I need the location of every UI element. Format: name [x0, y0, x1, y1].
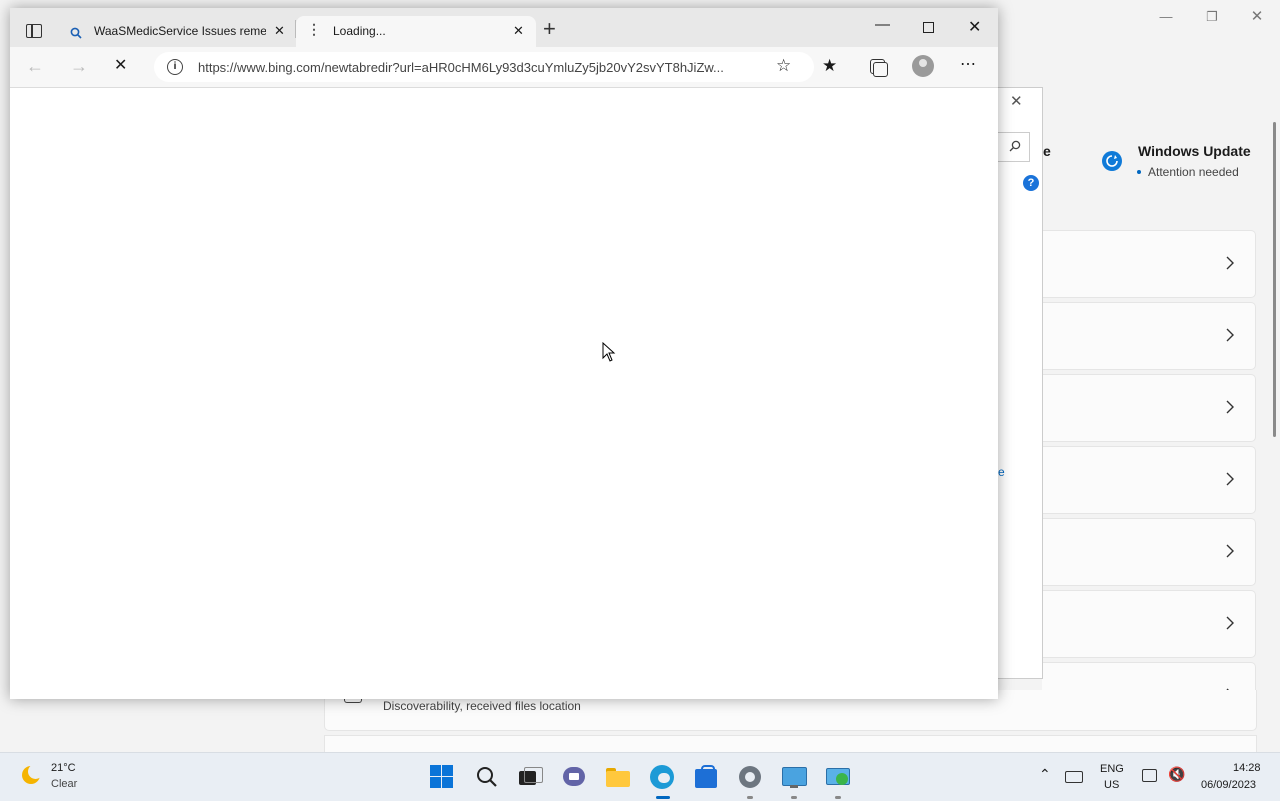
minimize-icon[interactable]: —: [875, 16, 890, 33]
microsoft-store-icon[interactable]: [694, 765, 718, 789]
volume-muted-icon[interactable]: 🔇: [1168, 766, 1185, 783]
settings-row-5[interactable]: [1042, 518, 1256, 586]
tab-label: Loading...: [333, 24, 386, 38]
taskbar: 21°C Clear ⌃ ENG US 🔇 14:28 06/09/2023: [0, 752, 1280, 801]
windows-update-status: Attention needed: [1148, 165, 1239, 179]
status-dot: [1137, 170, 1141, 174]
search-icon: [1009, 140, 1021, 152]
edge-browser-icon[interactable]: [650, 765, 674, 789]
partial-heading: e: [1043, 143, 1051, 159]
close-window-icon[interactable]: ✕: [968, 17, 981, 37]
tab-label: WaaSMedicService Issues remed: [94, 24, 266, 38]
clock-date[interactable]: 06/09/2023: [1201, 779, 1256, 791]
more-options-icon[interactable]: ⋯: [960, 55, 984, 79]
network-icon[interactable]: [1142, 769, 1157, 782]
settings-row-2[interactable]: [1042, 302, 1256, 370]
bluetooth-subtitle: Discoverability, received files location: [383, 699, 581, 713]
running-app-indicator: [747, 796, 753, 799]
file-explorer-icon[interactable]: [606, 765, 630, 789]
settings-restore-button[interactable]: ❐: [1189, 6, 1235, 28]
collections-icon[interactable]: [867, 55, 891, 79]
show-hidden-icons-chevron-up-icon[interactable]: ⌃: [1039, 766, 1051, 783]
weather-moon-icon[interactable]: [22, 764, 43, 784]
address-bar[interactable]: i https://www.bing.com/newtabredir?url=a…: [154, 52, 814, 82]
browser-toolbar: ← → ✕ i https://www.bing.com/newtabredir…: [10, 47, 998, 88]
tab-close-icon[interactable]: ✕: [513, 23, 524, 39]
favorites-icon[interactable]: ★: [822, 55, 846, 79]
browser-window: WaaSMedicService Issues remed ✕ ⋮ Loadin…: [10, 8, 998, 699]
start-button[interactable]: [430, 765, 454, 789]
teams-chat-icon[interactable]: [562, 765, 586, 789]
settings-minimize-button[interactable]: —: [1143, 6, 1189, 28]
chevron-right-icon: [1226, 544, 1234, 558]
settings-gear-icon[interactable]: [738, 765, 762, 789]
chevron-right-icon: [1226, 400, 1234, 414]
running-app-indicator: [835, 796, 841, 799]
search-icon[interactable]: [475, 765, 499, 789]
back-icon[interactable]: ←: [26, 55, 50, 79]
task-view-icon[interactable]: [518, 765, 543, 789]
settings-close-button[interactable]: ✕: [1234, 6, 1280, 28]
page-content[interactable]: [10, 88, 998, 699]
mouse-cursor-icon: [602, 342, 616, 362]
new-tab-icon[interactable]: +: [543, 18, 556, 40]
settings-row-4[interactable]: [1042, 446, 1256, 514]
chevron-right-icon: [1226, 472, 1234, 486]
weather-temperature[interactable]: 21°C: [51, 762, 76, 774]
settings-row-6[interactable]: [1042, 590, 1256, 658]
maximize-icon[interactable]: [923, 22, 934, 33]
loading-spinner-icon: ⋮: [307, 21, 321, 37]
tab-actions-icon[interactable]: [26, 24, 42, 38]
active-app-indicator: [656, 796, 670, 799]
tab-bar: WaaSMedicService Issues remed ✕ ⋮ Loadin…: [10, 8, 998, 47]
settings-row-3[interactable]: [1042, 374, 1256, 442]
running-app-indicator: [791, 796, 797, 799]
chevron-right-icon: [1226, 256, 1234, 270]
tab-loading[interactable]: ⋮ Loading... ✕: [296, 16, 536, 47]
chevron-right-icon: [1226, 616, 1234, 630]
dialog-search-box[interactable]: [998, 132, 1030, 162]
remote-connection-icon[interactable]: [826, 765, 850, 789]
region-indicator[interactable]: US: [1104, 779, 1119, 791]
clock-time[interactable]: 14:28: [1233, 762, 1261, 774]
url-text[interactable]: https://www.bing.com/newtabredir?url=aHR…: [198, 60, 768, 75]
site-info-icon[interactable]: i: [167, 59, 183, 75]
tab-search-result[interactable]: WaaSMedicService Issues remed ✕: [58, 16, 294, 47]
language-indicator[interactable]: ENG: [1100, 763, 1124, 775]
stop-loading-icon[interactable]: ✕: [114, 55, 138, 79]
help-icon[interactable]: ?: [1023, 175, 1039, 191]
add-favorite-icon[interactable]: ☆: [776, 55, 800, 79]
dialog-link-fragment[interactable]: e: [998, 465, 1005, 479]
settings-scrollbar[interactable]: [1273, 122, 1276, 437]
windows-update-title[interactable]: Windows Update: [1138, 143, 1251, 159]
search-icon: [70, 27, 82, 39]
dialog-close-icon[interactable]: ✕: [1010, 92, 1023, 110]
touch-keyboard-icon[interactable]: [1065, 771, 1083, 783]
forward-icon[interactable]: →: [70, 55, 94, 79]
weather-description[interactable]: Clear: [51, 778, 77, 790]
windows-update-icon: [1102, 151, 1122, 171]
profile-avatar[interactable]: [912, 55, 934, 77]
chevron-right-icon: [1226, 328, 1234, 342]
control-panel-icon[interactable]: [782, 765, 807, 789]
help-dialog: ✕ ? e: [998, 87, 1043, 679]
settings-row-1[interactable]: [1042, 230, 1256, 298]
tab-close-icon[interactable]: ✕: [274, 23, 285, 39]
